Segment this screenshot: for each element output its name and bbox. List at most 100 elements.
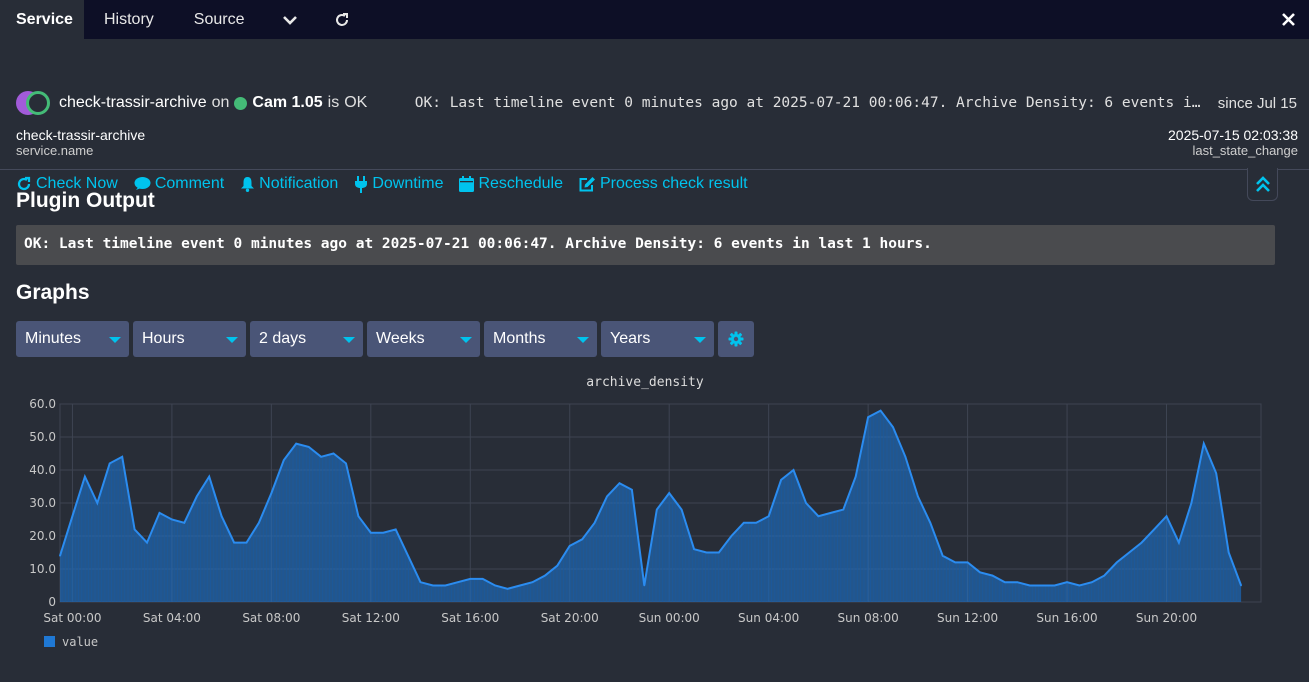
data-point	[1004, 581, 1006, 583]
data-point	[419, 581, 422, 583]
tab-history[interactable]: History	[84, 0, 174, 39]
host-state-dot	[234, 96, 248, 110]
data-point	[494, 584, 496, 587]
notification-button[interactable]: Notification	[240, 175, 338, 193]
x-tick-label: Sat 12:00	[342, 611, 400, 625]
caret-down-icon	[226, 337, 238, 343]
close-button[interactable]	[1282, 0, 1295, 39]
months-select-label: Months	[493, 330, 546, 347]
tab-more-button[interactable]	[264, 0, 316, 39]
data-point	[146, 541, 148, 544]
years-select-label: Years	[610, 330, 651, 347]
data-point	[1178, 541, 1180, 544]
data-point	[121, 456, 123, 458]
tab-service[interactable]: Service	[0, 0, 84, 39]
caret-down-icon	[460, 337, 472, 343]
data-point	[1016, 581, 1019, 583]
data-point	[730, 535, 733, 537]
data-point	[481, 578, 484, 580]
close-icon	[1282, 13, 1295, 26]
current-state-ball	[26, 91, 50, 115]
object-header: check-trassir-archive on Cam 1.05 is OK …	[0, 39, 1309, 193]
months-select[interactable]: Months	[484, 321, 597, 357]
data-point	[307, 446, 310, 448]
plugin-output-text: OK: Last timeline event 0 minutes ago at…	[16, 225, 1275, 265]
caret-down-icon	[109, 337, 121, 343]
data-point	[370, 531, 372, 534]
data-point	[643, 584, 646, 587]
x-tick-label: Sat 04:00	[143, 611, 201, 625]
data-point	[892, 426, 894, 428]
data-point	[581, 538, 583, 541]
data-point	[879, 409, 882, 412]
tab-source[interactable]: Source	[174, 0, 265, 39]
data-point	[755, 522, 757, 524]
collapse-header-button[interactable]	[1247, 168, 1278, 201]
data-point	[245, 541, 248, 544]
data-point	[133, 528, 136, 531]
last-state-change-key: last_state_change	[1192, 143, 1298, 158]
edit-icon	[579, 177, 595, 192]
data-point	[1029, 584, 1031, 587]
x-tick-label: Sun 20:00	[1136, 611, 1197, 625]
data-point	[693, 548, 695, 550]
data-point	[96, 502, 99, 504]
tab-bar: Service History Source	[0, 0, 1309, 39]
data-point	[929, 522, 932, 524]
data-point	[220, 515, 223, 517]
hours-select-label: Hours	[142, 330, 185, 347]
data-point	[382, 531, 385, 534]
weeks-select[interactable]: Weeks	[367, 321, 480, 357]
y-tick-label: 50.0	[29, 430, 56, 444]
graph-timerange-selectors: Minutes Hours 2 days Weeks Months Years	[16, 321, 754, 357]
graphs-heading: Graphs	[16, 281, 90, 304]
host-name[interactable]: Cam 1.05	[252, 94, 322, 112]
comment-label: Comment	[154, 175, 225, 192]
legend-label: value	[62, 635, 98, 649]
service-name-value: check-trassir-archive	[16, 127, 146, 143]
reschedule-button[interactable]: Reschedule	[459, 175, 563, 193]
data-point	[941, 555, 944, 557]
days-select[interactable]: 2 days	[250, 321, 363, 357]
data-point	[233, 541, 235, 544]
service-details-line: check-trassir-archive service.name 2025-…	[16, 128, 1298, 159]
data-point	[544, 574, 546, 577]
refresh-tab-button[interactable]	[316, 0, 368, 39]
service-name[interactable]: check-trassir-archive	[59, 94, 207, 112]
plugin-output-heading: Plugin Output	[16, 189, 155, 212]
downtime-button[interactable]: Downtime	[354, 175, 443, 193]
data-point	[506, 588, 509, 590]
data-point	[618, 482, 621, 484]
minutes-select[interactable]: Minutes	[16, 321, 129, 357]
data-point	[904, 456, 907, 458]
data-point	[656, 508, 658, 511]
notification-label: Notification	[259, 175, 339, 192]
data-point	[270, 492, 273, 494]
x-tick-label: Sat 00:00	[43, 611, 101, 625]
double-chevron-up-icon	[1255, 176, 1270, 192]
data-point	[196, 495, 198, 498]
process-check-result-button[interactable]: Process check result	[579, 175, 748, 193]
y-tick-label: 40.0	[29, 463, 56, 477]
weeks-select-label: Weeks	[376, 330, 425, 347]
data-point	[183, 522, 186, 524]
header-plugin-output: OK: Last timeline event 0 minutes ago at…	[414, 95, 1201, 111]
x-tick-label: Sun 16:00	[1036, 611, 1097, 625]
years-select[interactable]: Years	[601, 321, 714, 357]
legend-swatch	[44, 636, 55, 647]
data-point	[108, 462, 111, 465]
data-point	[705, 551, 708, 554]
y-tick-label: 10.0	[29, 562, 56, 576]
data-point	[444, 584, 447, 587]
data-point	[1066, 581, 1068, 583]
data-point	[1153, 528, 1155, 531]
x-tick-label: Sat 20:00	[541, 611, 599, 625]
hours-select[interactable]: Hours	[133, 321, 246, 357]
archive-density-chart: archive_density 0 10.0 20.0 30.0 40.0 50.0 60.0…	[29, 375, 1262, 649]
graph-settings-button[interactable]	[718, 321, 754, 357]
data-point	[1190, 502, 1193, 504]
data-point	[680, 508, 683, 511]
data-point	[979, 571, 981, 574]
state-since: since Jul 15	[1217, 94, 1297, 112]
chevron-down-icon	[283, 15, 298, 25]
